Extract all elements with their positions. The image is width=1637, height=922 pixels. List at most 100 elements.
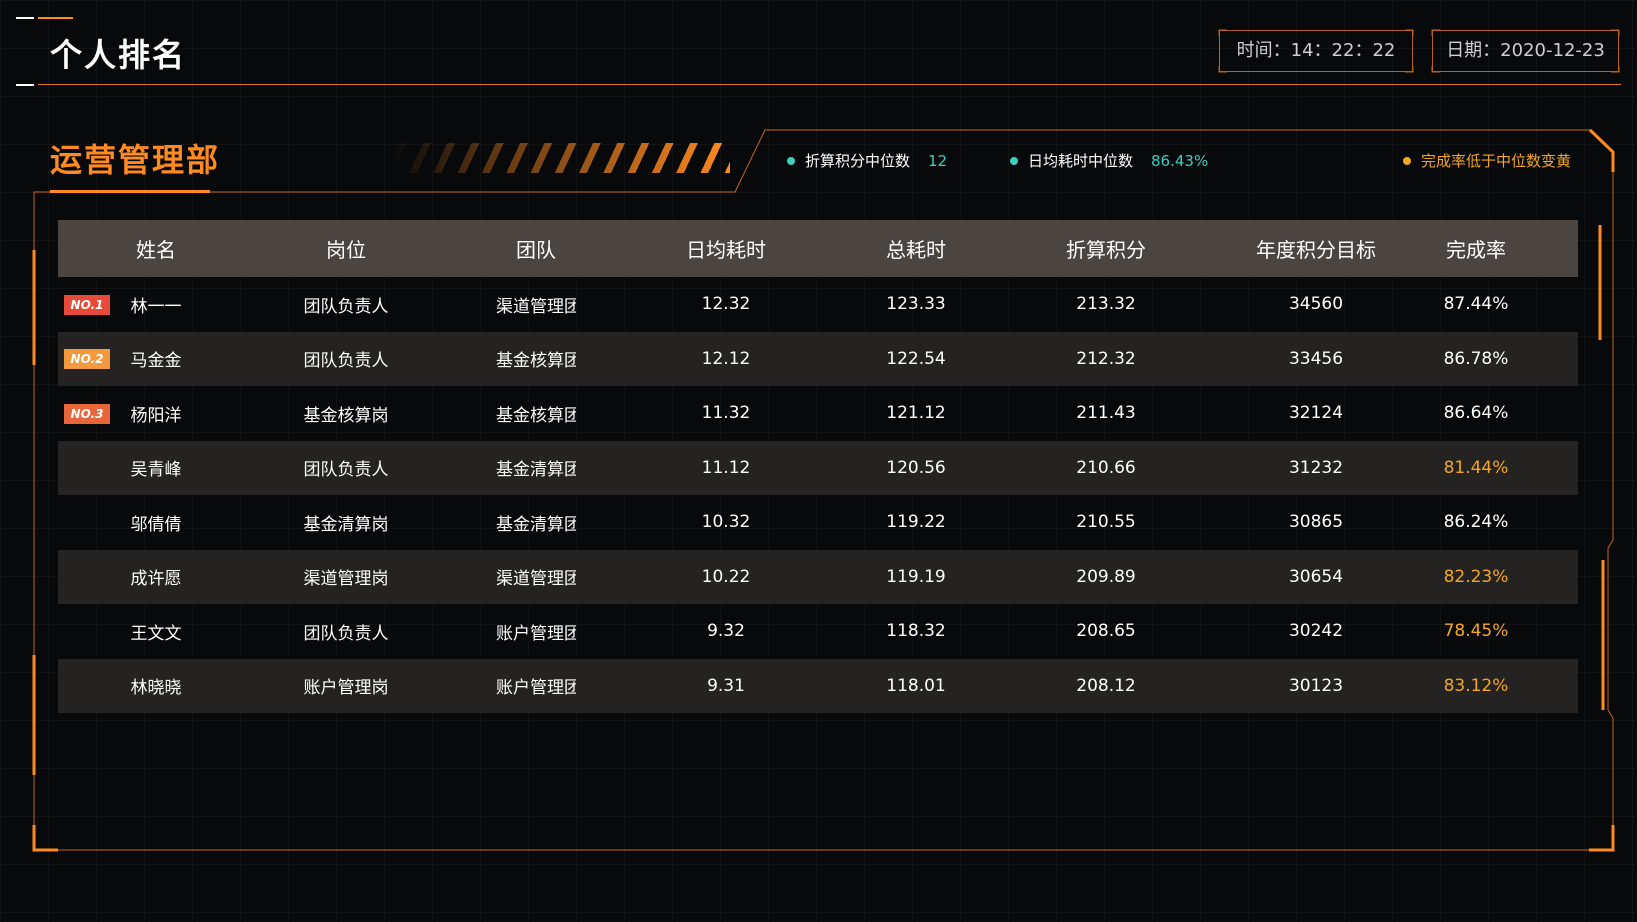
ranking-table: 姓名 岗位 团队 日均耗时 总耗时 折算积分 年度积分目标 完成率 NO.1 林一…	[58, 220, 1578, 713]
cell-avg-time: 11.32	[701, 403, 751, 424]
legend-yellow-rule: 完成率低于中位数变黄	[1403, 150, 1571, 171]
cell-goal: 32124	[1288, 403, 1344, 424]
cell-points: 210.66	[1076, 457, 1136, 478]
cell-goal: 30865	[1288, 512, 1344, 533]
table-row[interactable]: NO.1 林一一 团队负责人 渠道管理团队 12.32 123.33 213.32 34560…	[58, 277, 1578, 332]
cell-name: 成许愿	[130, 569, 182, 590]
legend-label: 折算积分中位数	[805, 152, 911, 170]
cell-total-time: 119.19	[886, 566, 946, 587]
table-row[interactable]: NO.2 马金金 团队负责人 基金核算团队 12.12 122.54 212.32 33456…	[58, 331, 1578, 386]
cell-position: 团队负责人	[303, 623, 389, 644]
cell-position: 团队负责人	[303, 351, 389, 372]
page-title: 个人排名	[50, 36, 187, 74]
cell-goal: 30242	[1288, 621, 1344, 642]
cell-rate: 81.44%	[1443, 457, 1509, 478]
table-row[interactable]: 邬倩倩 基金清算岗 基金清算团队 10.32 119.22 210.55 30865 86.2…	[58, 495, 1578, 550]
rank-cell: NO.1	[58, 294, 116, 315]
header-goal: 年度积分目标	[1256, 238, 1376, 262]
cell-total-time: 120.56	[886, 457, 946, 478]
rank-cell: NO.2	[58, 348, 116, 370]
legend-label: 完成率低于中位数变黄	[1421, 152, 1572, 170]
cell-team: 账户管理团队	[496, 678, 576, 699]
cell-name: 林一一	[130, 296, 182, 317]
cell-points: 208.65	[1076, 621, 1136, 642]
cell-position: 账户管理岗	[303, 678, 389, 699]
cell-rate: 86.78%	[1443, 348, 1509, 369]
cell-total-time: 122.54	[886, 348, 946, 369]
cell-total-time: 118.01	[886, 675, 946, 696]
cell-points: 210.55	[1076, 512, 1136, 533]
header-team: 团队	[516, 238, 556, 262]
cell-goal: 30654	[1288, 566, 1344, 587]
legend-time-median: 日均耗时中位数 86.43%	[1010, 150, 1208, 171]
cell-points: 209.89	[1076, 566, 1136, 587]
cell-points: 212.32	[1076, 348, 1136, 369]
cell-goal: 33456	[1288, 348, 1344, 369]
cell-name: 邬倩倩	[130, 514, 182, 535]
cell-rate: 82.23%	[1443, 566, 1509, 587]
cell-avg-time: 12.12	[701, 348, 751, 369]
cell-avg-time: 10.32	[701, 512, 751, 533]
header-rate: 完成率	[1446, 238, 1506, 262]
cell-points: 213.32	[1076, 294, 1136, 315]
title-underline	[38, 84, 1621, 85]
legend-value: 86.43%	[1151, 151, 1209, 170]
cell-position: 渠道管理岗	[303, 569, 389, 590]
cell-goal: 31232	[1288, 457, 1344, 478]
cell-name: 杨阳洋	[130, 405, 182, 426]
cell-name: 吴青峰	[130, 460, 182, 481]
table-header: 姓名 岗位 团队 日均耗时 总耗时 折算积分 年度积分目标 完成率	[58, 220, 1578, 277]
legend-value: 12	[928, 151, 948, 170]
table-row[interactable]: 王文文 团队负责人 账户管理团队 9.32 118.32 208.65 30242 78.45…	[58, 604, 1578, 659]
department-title: 运营管理部	[50, 141, 221, 179]
cell-goal: 34560	[1288, 294, 1344, 315]
legend-points-median: 折算积分中位数 12	[787, 150, 947, 171]
cell-team: 基金清算团队	[496, 514, 576, 535]
cell-total-time: 118.32	[886, 621, 946, 642]
cell-position: 基金清算岗	[303, 514, 389, 535]
stripe-decoration	[390, 143, 730, 173]
cell-name: 林晓晓	[130, 678, 182, 699]
cell-rate: 83.12%	[1443, 675, 1509, 696]
cell-position: 团队负责人	[303, 460, 389, 481]
table-body: NO.1林一一团队负责人渠道管理团队12.32123.33213.3234560…	[58, 277, 1578, 713]
cell-rate: 86.24%	[1443, 512, 1509, 533]
header-name: 姓名	[136, 238, 176, 262]
cell-team: 基金核算团队	[496, 351, 576, 372]
cell-points: 208.12	[1076, 675, 1136, 696]
cell-rate: 86.64%	[1443, 403, 1509, 424]
title-dash-bottom	[16, 84, 34, 86]
cell-total-time: 121.12	[886, 403, 946, 424]
legend-label: 日均耗时中位数	[1028, 152, 1134, 170]
cell-total-time: 119.22	[886, 512, 946, 533]
time-display: 时间：14：22：22	[1219, 30, 1413, 72]
rank-cell: NO.3	[58, 403, 116, 424]
table-row[interactable]: 吴青峰 团队负责人 基金清算团队 11.12 120.56 210.66 31232 81.4…	[58, 440, 1578, 495]
cell-avg-time: 12.32	[701, 294, 751, 315]
table-row[interactable]: NO.3 杨阳洋 基金核算岗 基金核算团队 11.32 121.12 211.43 32124…	[58, 386, 1578, 441]
table-row[interactable]: 成许愿 渠道管理岗 渠道管理团队 10.22 119.19 209.89 30654 82.2…	[58, 549, 1578, 604]
cell-rate: 87.44%	[1443, 294, 1509, 315]
department-underline	[50, 190, 210, 193]
cell-points: 211.43	[1076, 403, 1136, 424]
date-display: 日期：2020-12-23	[1432, 30, 1619, 72]
header-total-time: 总耗时	[886, 238, 946, 262]
cell-team: 基金清算团队	[496, 460, 576, 481]
cell-rate: 78.45%	[1443, 621, 1509, 642]
cell-total-time: 123.33	[886, 294, 946, 315]
title-dash-top	[16, 17, 34, 19]
cell-position: 基金核算岗	[303, 405, 389, 426]
rank-badge: NO.2	[64, 349, 110, 370]
cell-name: 马金金	[130, 351, 182, 372]
header-points: 折算积分	[1066, 238, 1146, 262]
cell-avg-time: 11.12	[701, 457, 751, 478]
teal-dot-icon	[1010, 156, 1018, 165]
cell-team: 基金核算团队	[496, 405, 576, 426]
cell-position: 团队负责人	[303, 296, 389, 317]
cell-goal: 30123	[1288, 675, 1344, 696]
cell-avg-time: 9.32	[707, 621, 745, 642]
cell-team: 账户管理团队	[496, 623, 576, 644]
cell-team: 渠道管理团队	[496, 569, 576, 590]
table-row[interactable]: 林晓晓 账户管理岗 账户管理团队 9.31 118.01 208.12 30123 83.12…	[58, 658, 1578, 713]
cell-avg-time: 10.22	[701, 566, 751, 587]
